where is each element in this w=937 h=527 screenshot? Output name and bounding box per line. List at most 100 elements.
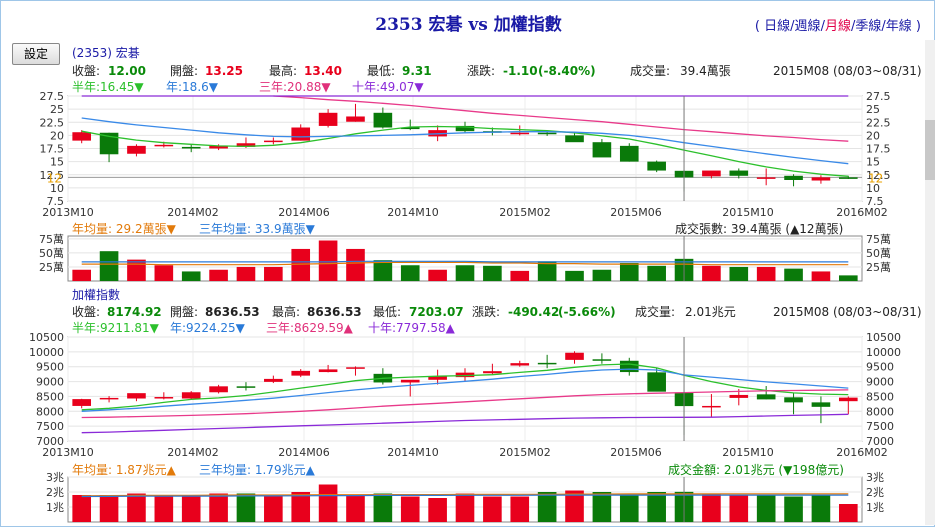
stock-candle bbox=[346, 116, 365, 122]
index-candle bbox=[400, 379, 420, 383]
stock-candle bbox=[373, 112, 393, 128]
charts-canvas: 27.5 27.525 2522.5 22.520 2017.5 17.515 1512.5… bbox=[29, 90, 901, 523]
index-y-tick-right: 9000 bbox=[866, 376, 894, 389]
index-x-tick-label: 2014M10 bbox=[387, 446, 438, 459]
stock-volume-bar bbox=[264, 266, 283, 281]
index-x-tick-label: 2015M02 bbox=[499, 446, 550, 459]
index-volume-bar bbox=[702, 493, 721, 522]
stock-candle bbox=[537, 132, 557, 135]
index-candle bbox=[784, 397, 803, 403]
index-vol-y-tick-left: 2兆 bbox=[46, 486, 64, 499]
index-y-tick-left: 9500 bbox=[36, 361, 64, 374]
stock-volume-bar bbox=[483, 265, 502, 281]
index-volume-bar bbox=[154, 495, 174, 522]
stock-candle bbox=[291, 127, 311, 141]
y-tick-left: 15 bbox=[50, 156, 64, 169]
stock-volume-bar bbox=[291, 248, 311, 281]
index-candle bbox=[702, 405, 721, 408]
y-tick-left: 17.5 bbox=[40, 143, 65, 156]
index-candle bbox=[154, 397, 174, 399]
index-y-tick-left: 8500 bbox=[36, 390, 64, 403]
stock-volume-bar bbox=[400, 265, 420, 281]
index-candle bbox=[291, 370, 311, 376]
stock-volume-bar bbox=[839, 275, 858, 281]
index-candle bbox=[619, 360, 639, 373]
index-volume-bar bbox=[592, 492, 612, 522]
index-candle bbox=[318, 369, 338, 373]
scrollbar-track[interactable] bbox=[925, 40, 935, 525]
x-tick-label: 2013M10 bbox=[42, 206, 93, 219]
stock-volume-bar bbox=[428, 269, 447, 281]
index-vol-y-tick-right: 2兆 bbox=[866, 486, 884, 499]
x-tick-label: 2014M06 bbox=[278, 206, 329, 219]
stock-candle bbox=[154, 144, 174, 147]
stock-volume-bar bbox=[784, 268, 803, 281]
stock-volume-bar bbox=[756, 266, 776, 281]
index-x-tick-label: 2014M02 bbox=[167, 446, 218, 459]
index-y-tick-right: 10500 bbox=[866, 331, 901, 344]
stock-volume-bar bbox=[455, 265, 475, 281]
y-tick-right: 25 bbox=[866, 103, 880, 116]
stock-volume-bar bbox=[811, 271, 831, 281]
stock-volume-bar bbox=[729, 266, 749, 281]
index-candle bbox=[236, 386, 256, 388]
stock-volume-avg-line bbox=[81, 260, 849, 263]
stock-volume-bar bbox=[127, 259, 146, 281]
current-price-marker-left: 12 bbox=[47, 171, 62, 185]
current-price-marker-right: 12 bbox=[868, 171, 883, 185]
index-y-tick-right: 8000 bbox=[866, 405, 894, 418]
index-volume-bar bbox=[346, 495, 365, 522]
index-y-tick-left: 9000 bbox=[36, 376, 64, 389]
index-volume-bar bbox=[839, 504, 858, 522]
index-candle bbox=[729, 394, 749, 398]
stock-candle bbox=[729, 170, 749, 176]
index-candle bbox=[756, 394, 776, 400]
y-tick-left: 25 bbox=[50, 103, 64, 116]
stock-volume-bar bbox=[318, 240, 338, 281]
index-x-tick-label: 2015M10 bbox=[722, 446, 773, 459]
vol-y-tick-left: 50萬 bbox=[39, 247, 64, 260]
index-volume-bar bbox=[99, 495, 119, 522]
index-y-tick-right: 8500 bbox=[866, 390, 894, 403]
index-candle bbox=[510, 363, 530, 366]
y-tick-left: 20 bbox=[50, 129, 64, 142]
index-vol-y-tick-left: 3兆 bbox=[46, 471, 64, 484]
vol-y-tick-left: 25萬 bbox=[39, 261, 64, 274]
stock-volume-bar bbox=[99, 251, 119, 281]
index-volume-bar bbox=[510, 496, 530, 522]
index-candle bbox=[181, 392, 201, 399]
index-x-tick-label: 2015M06 bbox=[610, 446, 661, 459]
stock-volume-bar bbox=[209, 269, 228, 281]
index-volume-bar bbox=[811, 495, 831, 522]
scrollbar-thumb[interactable] bbox=[925, 120, 935, 180]
stock-volume-bar bbox=[592, 269, 612, 281]
stock-volume-bar bbox=[510, 270, 530, 281]
index-volume-bar bbox=[318, 484, 338, 522]
index-volume-bar bbox=[455, 493, 475, 522]
index-y-tick-right: 9500 bbox=[866, 361, 894, 374]
index-candle bbox=[72, 399, 91, 406]
index-volume-bar bbox=[373, 493, 393, 522]
index-volume-bar bbox=[619, 493, 639, 522]
vol-y-tick-right: 25萬 bbox=[866, 261, 891, 274]
index-volume-bar bbox=[291, 492, 311, 522]
index-y-tick-left: 7500 bbox=[36, 420, 64, 433]
stock-candle bbox=[756, 177, 776, 179]
index-candle bbox=[99, 397, 119, 400]
index-candle bbox=[839, 397, 858, 402]
index-candle bbox=[811, 402, 831, 407]
y-tick-right: 17.5 bbox=[866, 143, 891, 156]
index-volume-bar bbox=[729, 495, 749, 522]
index-candle bbox=[209, 386, 228, 393]
stock-candle bbox=[264, 140, 283, 143]
stock-volume-bar bbox=[154, 265, 174, 281]
stock-candle bbox=[647, 161, 666, 171]
stock-candle bbox=[72, 132, 91, 141]
index-candle bbox=[592, 359, 612, 361]
index-candle bbox=[647, 372, 666, 392]
x-tick-label: 2016M02 bbox=[836, 206, 887, 219]
y-tick-left: 27.5 bbox=[40, 90, 65, 103]
y-tick-right: 20 bbox=[866, 129, 880, 142]
index-volume-bar bbox=[537, 492, 557, 522]
index-x-tick-label: 2016M02 bbox=[836, 446, 887, 459]
